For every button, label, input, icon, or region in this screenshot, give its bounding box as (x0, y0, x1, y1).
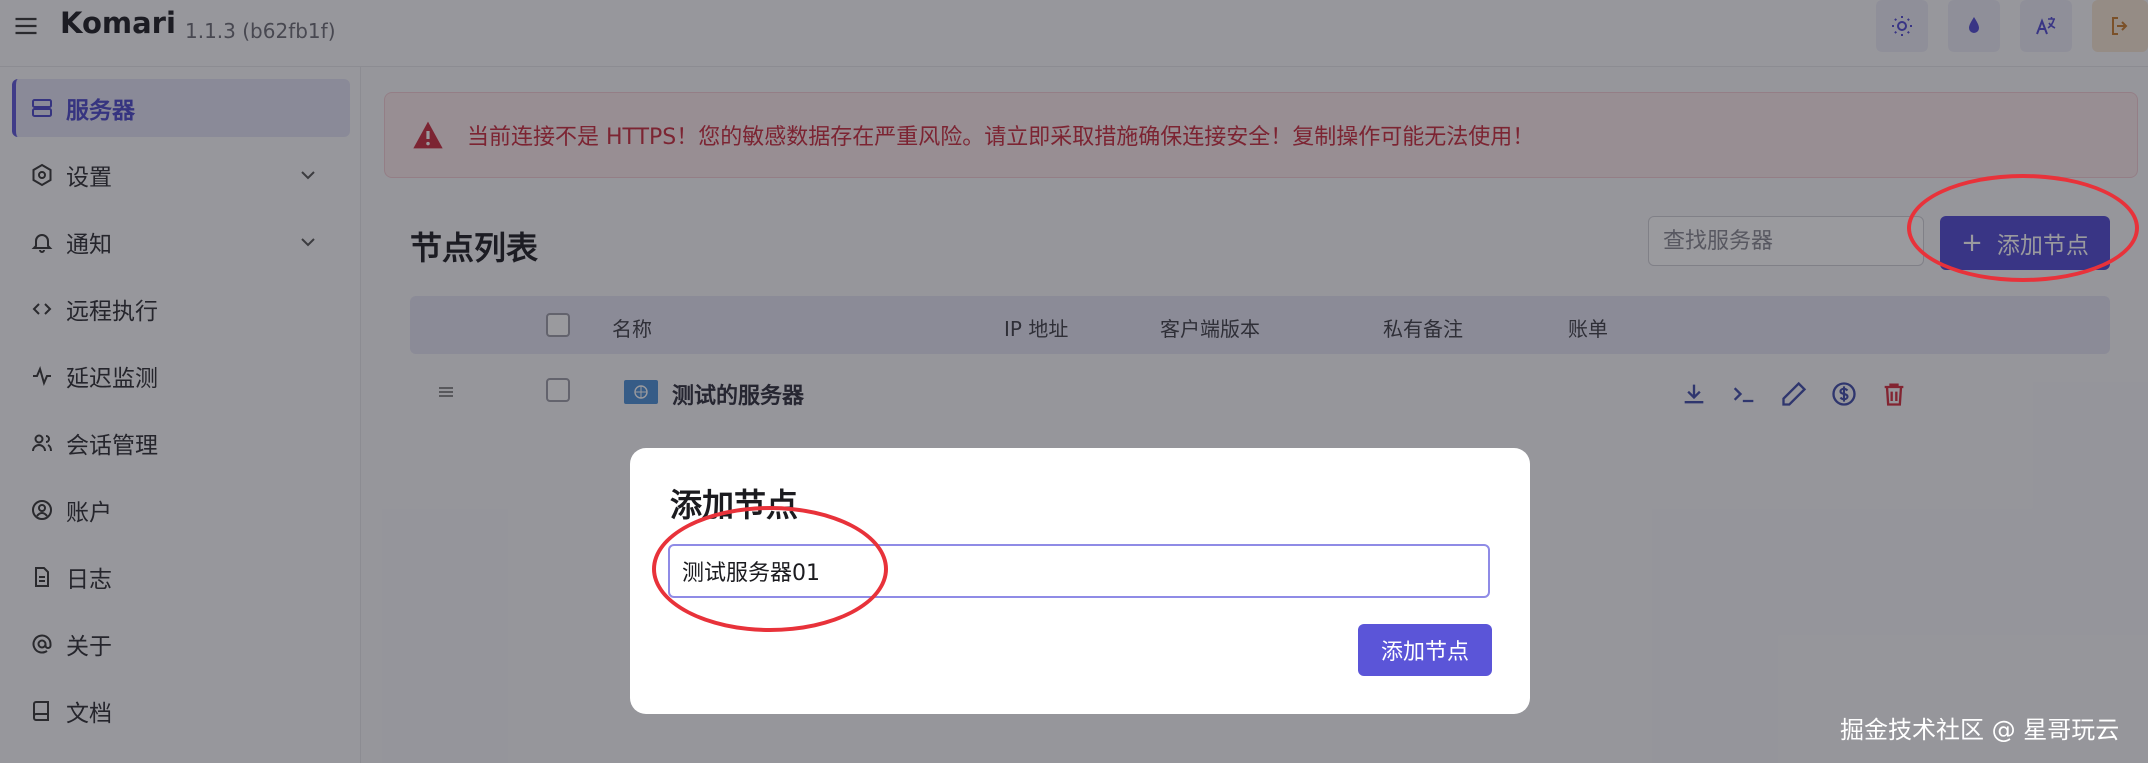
dialog-submit-button[interactable]: 添加节点 (1358, 624, 1492, 676)
annotation-circle-add-button (1907, 174, 2139, 282)
annotation-circle-input (652, 506, 888, 632)
watermark: 掘金技术社区 @ 星哥玩云 (1840, 716, 2120, 744)
